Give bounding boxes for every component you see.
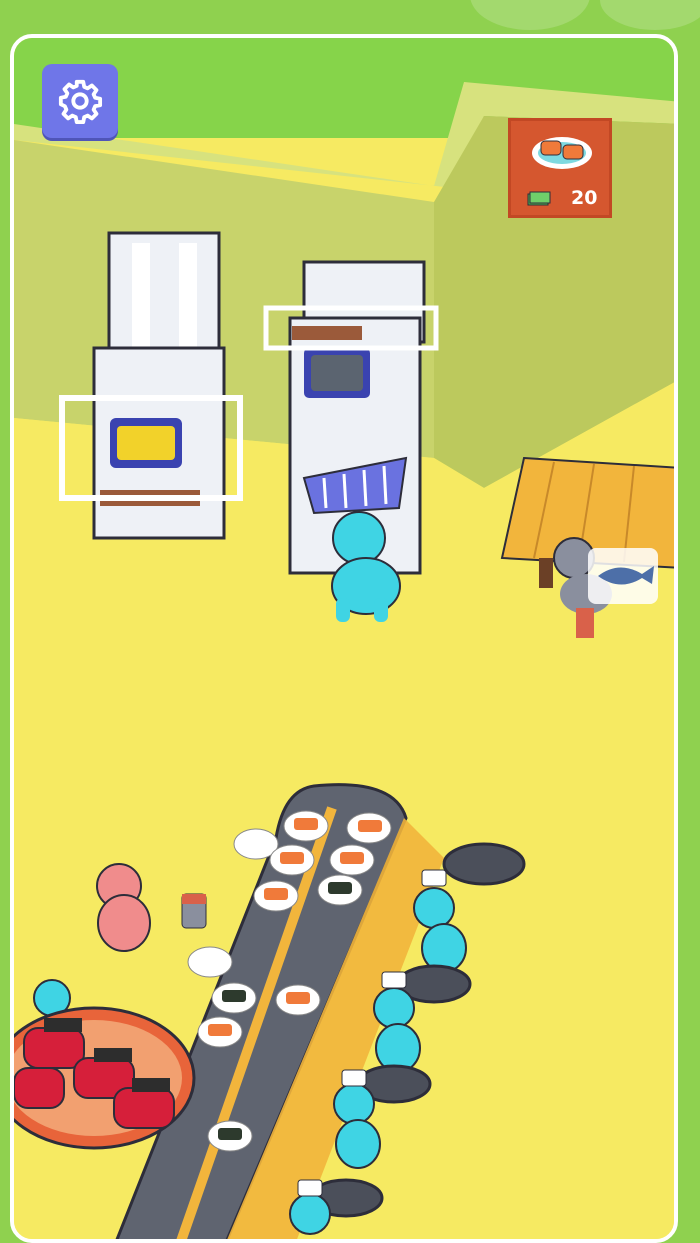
machine-screen	[117, 426, 175, 460]
background-decoration	[470, 0, 590, 30]
cash-icon	[527, 191, 551, 206]
background-decoration	[600, 0, 700, 30]
menu-price: 20	[571, 187, 598, 209]
game-viewport[interactable]: 20	[10, 34, 678, 1243]
machine-screen	[311, 355, 363, 391]
salmon-sushi-plate-icon	[532, 137, 592, 169]
restaurant-scene[interactable]	[14, 38, 678, 1243]
menu-price-card: 20	[508, 118, 612, 218]
settings-button[interactable]	[42, 64, 118, 138]
gear-icon	[58, 79, 103, 124]
